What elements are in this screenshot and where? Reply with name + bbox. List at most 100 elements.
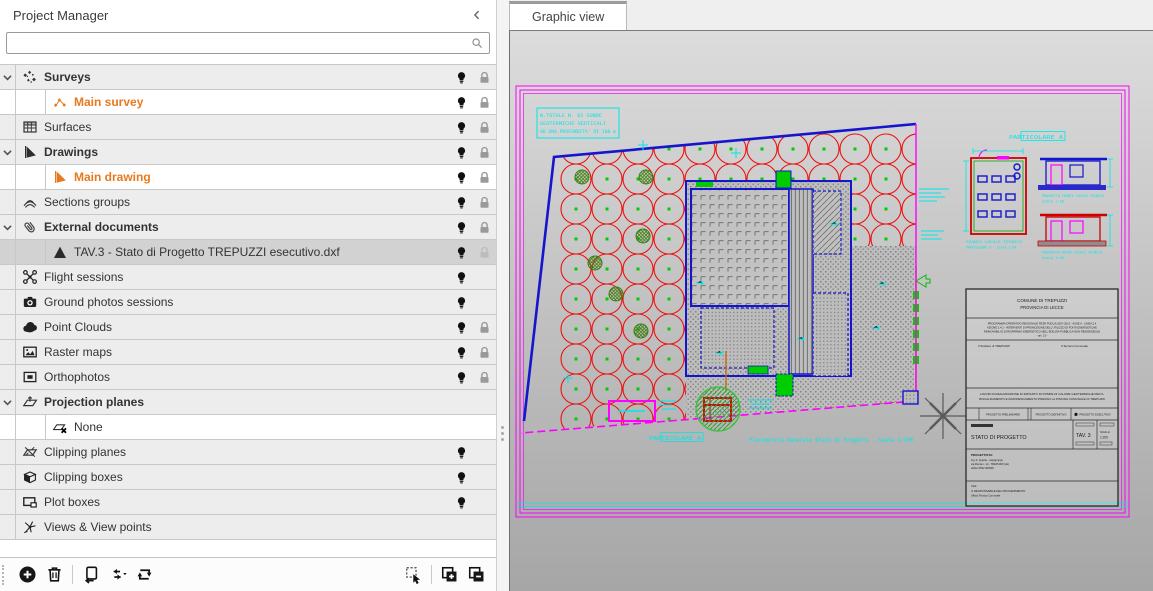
- row-gutter: [0, 240, 16, 264]
- visibility-bulb-icon[interactable]: [450, 120, 473, 135]
- tree-row-raster-maps[interactable]: Raster maps: [0, 340, 496, 365]
- lock-icon[interactable]: [473, 70, 496, 85]
- row-gutter: [0, 265, 16, 289]
- visibility-bulb-icon[interactable]: [450, 145, 473, 160]
- lock-icon[interactable]: [473, 195, 496, 210]
- row-gutter: [0, 440, 16, 464]
- lock-icon[interactable]: [473, 145, 496, 160]
- tree-row-views-view-points[interactable]: Views & View points: [0, 515, 496, 540]
- tree-row-tav-3-stato-di-progetto-trepuzzi-esecutivo-dxf[interactable]: TAV.3 - Stato di Progetto TREPUZZI esecu…: [0, 240, 496, 265]
- drawings-icon: [22, 144, 38, 160]
- visibility-bulb-icon[interactable]: [450, 170, 473, 185]
- add-item-button[interactable]: [14, 561, 41, 588]
- clipping-plane-icon: [22, 444, 38, 460]
- tree-row-sections-groups[interactable]: Sections groups: [0, 190, 496, 215]
- collapse-panel-button[interactable]: [468, 6, 486, 24]
- lock-icon[interactable]: [473, 120, 496, 135]
- external-docs-icon: [22, 219, 38, 235]
- expand-chevron[interactable]: [0, 65, 16, 89]
- camera-icon: [22, 294, 38, 310]
- visibility-bulb-icon[interactable]: [450, 295, 473, 310]
- visibility-bulb-icon[interactable]: [450, 195, 473, 210]
- tree-row-main-drawing[interactable]: Main drawing: [0, 165, 496, 190]
- visibility-bulb-icon[interactable]: [450, 320, 473, 335]
- tree-row-clipping-planes[interactable]: Clipping planes: [0, 440, 496, 465]
- drawing-main-icon: [52, 169, 68, 185]
- svg-text:Scala 1:50: Scala 1:50: [1042, 199, 1065, 204]
- visibility-bulb-icon[interactable]: [450, 345, 473, 360]
- visibility-bulb-icon[interactable]: [450, 495, 473, 510]
- tree-row-external-documents[interactable]: External documents: [0, 215, 496, 240]
- expand-chevron[interactable]: [0, 140, 16, 164]
- lock-icon[interactable]: [473, 245, 496, 260]
- panel-splitter[interactable]: [497, 0, 509, 591]
- row-gutter: [0, 415, 16, 439]
- camera-icon: [22, 294, 38, 310]
- tree-item-label: Ground photos sessions: [44, 295, 173, 309]
- tree-row-none[interactable]: None: [0, 415, 496, 440]
- tree-item-label: Orthophotos: [44, 370, 110, 384]
- bulb-icon: [454, 270, 469, 285]
- pick-selection-button[interactable]: [400, 561, 427, 588]
- visibility-bulb-icon[interactable]: [450, 270, 473, 285]
- projection-plane-icon: [22, 394, 38, 410]
- trash-icon: [45, 565, 64, 584]
- tree-row-surfaces[interactable]: Surfaces: [0, 115, 496, 140]
- tree-row-plot-boxes[interactable]: Plot boxes: [0, 490, 496, 515]
- lock-icon[interactable]: [473, 320, 496, 335]
- lock-icon[interactable]: [473, 220, 496, 235]
- tree-row-main-survey[interactable]: Main survey: [0, 90, 496, 115]
- import-document-button[interactable]: [77, 561, 104, 588]
- svg-text:PROGETTO ESECUTIVO: PROGETTO ESECUTIVO: [1079, 413, 1110, 417]
- tree-item-label: None: [74, 420, 103, 434]
- tree-row-surveys[interactable]: Surveys: [0, 65, 496, 90]
- visibility-bulb-icon[interactable]: [450, 95, 473, 110]
- panel-header: Project Manager: [0, 0, 496, 30]
- drawings-icon: [22, 144, 38, 160]
- expand-chevron[interactable]: [0, 215, 16, 239]
- svg-text:via Roma n. 12 - TREPUZZI (LE): via Roma n. 12 - TREPUZZI (LE): [971, 462, 1009, 466]
- delete-item-button[interactable]: [41, 561, 68, 588]
- stack-minus-icon: [467, 565, 486, 584]
- expand-chevron[interactable]: [0, 390, 16, 414]
- visibility-bulb-icon[interactable]: [450, 70, 473, 85]
- lock-icon[interactable]: [473, 370, 496, 385]
- lock-icon[interactable]: [473, 345, 496, 360]
- tree-row-projection-planes[interactable]: Projection planes: [0, 390, 496, 415]
- expand-all-button[interactable]: [436, 561, 463, 588]
- lock-icon[interactable]: [473, 95, 496, 110]
- tab-graphic-view[interactable]: Graphic view: [509, 1, 627, 30]
- visibility-bulb-icon[interactable]: [450, 370, 473, 385]
- tree-row-ground-photos-sessions[interactable]: Ground photos sessions: [0, 290, 496, 315]
- toolbar-separator: [72, 565, 73, 584]
- visibility-bulb-icon[interactable]: [450, 470, 473, 485]
- search-icon: [470, 36, 484, 50]
- replace-document-button[interactable]: [104, 561, 131, 588]
- collapse-all-button[interactable]: [463, 561, 490, 588]
- cad-drawing: N.TOTALE N. 65 SONDE GEOTERMICHE VERTICA…: [510, 31, 1153, 591]
- lock-icon: [477, 170, 492, 185]
- visibility-bulb-icon[interactable]: [450, 220, 473, 235]
- tree-item-label: Main drawing: [74, 170, 151, 184]
- tree-item-label: TAV.3 - Stato di Progetto TREPUZZI esecu…: [74, 245, 340, 259]
- search-box: [0, 30, 496, 58]
- graphic-viewport[interactable]: N.TOTALE N. 65 SONDE GEOTERMICHE VERTICA…: [509, 31, 1153, 591]
- tree-row-orthophotos[interactable]: Orthophotos: [0, 365, 496, 390]
- reload-documents-button[interactable]: [131, 561, 158, 588]
- visibility-bulb-icon[interactable]: [450, 245, 473, 260]
- svg-text:PROGETTO PRELIMINARE: PROGETTO PRELIMINARE: [986, 413, 1020, 417]
- lock-icon: [477, 220, 492, 235]
- svg-text:AZIONE 2.4.1 - INTERVENTI DI P: AZIONE 2.4.1 - INTERVENTI DI PROMOZIONE …: [987, 326, 1097, 330]
- projection-plane-icon: [22, 394, 38, 410]
- lock-icon[interactable]: [473, 170, 496, 185]
- visibility-bulb-icon[interactable]: [450, 445, 473, 460]
- tree-row-drawings[interactable]: Drawings: [0, 140, 496, 165]
- drawing-main-icon: [52, 169, 68, 185]
- chevron-down-icon: [0, 220, 15, 235]
- tree-row-point-clouds[interactable]: Point Clouds: [0, 315, 496, 340]
- tree-row-clipping-boxes[interactable]: Clipping boxes: [0, 465, 496, 490]
- svg-text:GEOTERMICHE VERTICALI: GEOTERMICHE VERTICALI: [540, 121, 606, 127]
- tree-row-flight-sessions[interactable]: Flight sessions: [0, 265, 496, 290]
- raster-map-icon: [22, 344, 38, 360]
- search-input[interactable]: [6, 32, 490, 54]
